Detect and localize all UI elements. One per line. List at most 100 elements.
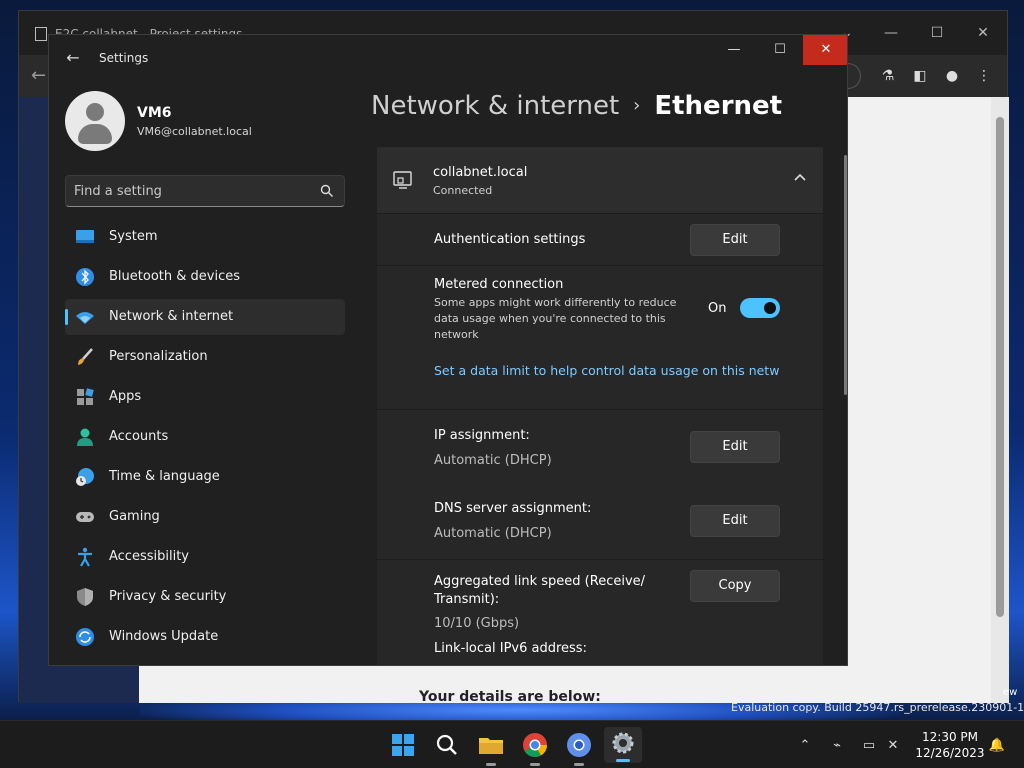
start-button[interactable] [389, 731, 417, 759]
browser-scroll-thumb[interactable] [996, 117, 1004, 617]
update-icon [76, 628, 94, 646]
wifi-icon [76, 312, 94, 324]
browser-maximize-button[interactable]: ☐ [917, 19, 957, 47]
ip-edit-button[interactable]: Edit [690, 431, 780, 463]
copy-button[interactable]: Copy [690, 570, 780, 602]
trash-icon [35, 27, 47, 41]
data-limit-link[interactable]: Set a data limit to help control data us… [434, 363, 780, 378]
back-arrow-icon[interactable]: ← [63, 49, 83, 67]
page-title: Network & internet › Ethernet [371, 91, 782, 121]
metered-toggle[interactable] [740, 298, 780, 318]
chrome-icon [523, 733, 547, 758]
chevron-right-icon: › [633, 95, 641, 116]
clock-date: 12/26/2023 [915, 746, 985, 760]
minimize-button[interactable]: — [711, 35, 757, 65]
sidebar-item-bluetooth[interactable]: Bluetooth & devices [65, 259, 345, 295]
taskbar-chrome-alt[interactable] [565, 731, 593, 766]
auth-label: Authentication settings [434, 232, 586, 247]
sidebar-item-label: Privacy & security [109, 589, 227, 604]
profile-icon[interactable]: ● [943, 67, 961, 85]
gamepad-icon [76, 512, 94, 522]
connection-card[interactable]: collabnet.local Connected [377, 147, 823, 213]
sidebar-item-apps[interactable]: Apps [65, 379, 345, 415]
avatar[interactable] [65, 91, 125, 151]
metered-connection-row: Metered connection Some apps might work … [377, 265, 823, 409]
volume-muted-icon[interactable]: ✕ [884, 737, 902, 755]
side-panel-icon[interactable]: ◧ [911, 67, 929, 85]
user-email: VM6@collabnet.local [137, 125, 252, 138]
auth-edit-button[interactable]: Edit [690, 224, 780, 256]
brush-icon [78, 348, 93, 365]
maximize-button[interactable]: ☐ [757, 35, 803, 65]
settings-gear-icon [612, 732, 634, 754]
sidebar-item-accounts[interactable]: Accounts [65, 419, 345, 455]
ip-label: IP assignment: [434, 428, 530, 443]
sidebar-item-accessibility[interactable]: Accessibility [65, 539, 345, 575]
dns-edit-button[interactable]: Edit [690, 505, 780, 537]
ethernet-monitor-icon [393, 171, 412, 189]
globe-clock-icon [76, 468, 94, 486]
main-scrollbar[interactable] [844, 155, 847, 395]
ip-value: Automatic (DHCP) [434, 453, 552, 468]
browser-back-icon[interactable]: ← [31, 65, 46, 86]
window-title: Settings [99, 51, 149, 65]
accessibility-icon [78, 547, 92, 567]
taskbar: ⌃ ⌁ ▭ ✕ 12:30 PM 12/26/2023 🔔 [0, 720, 1024, 768]
browser-scrollbar[interactable] [991, 97, 1009, 703]
browser-minimize-button[interactable]: — [871, 19, 911, 47]
sidebar-item-privacy[interactable]: Privacy & security [65, 579, 345, 615]
person-icon [77, 428, 93, 446]
taskbar-file-explorer[interactable] [477, 731, 505, 766]
more-menu-icon[interactable]: ⋮ [975, 67, 993, 85]
taskbar-chrome[interactable] [521, 731, 549, 766]
chrome-alt-icon [567, 733, 591, 757]
flask-icon[interactable]: ⚗ [879, 67, 897, 85]
chevron-up-icon[interactable]: ⌃ [796, 737, 814, 755]
network-off-icon[interactable]: ⌁ [828, 737, 846, 755]
sidebar-item-label: Accessibility [109, 549, 189, 564]
running-indicator [530, 763, 540, 766]
close-button[interactable]: ✕ [803, 35, 847, 65]
apps-icon [77, 388, 94, 405]
browser-close-button[interactable]: ✕ [963, 19, 1003, 47]
search-input[interactable] [74, 181, 314, 201]
clock-time: 12:30 PM [922, 730, 978, 744]
sidebar-item-gaming[interactable]: Gaming [65, 499, 345, 535]
selection-indicator [65, 309, 68, 325]
sidebar-item-label: Bluetooth & devices [109, 269, 240, 284]
metered-state-label: On [708, 301, 727, 316]
sidebar-item-label: Gaming [109, 509, 160, 524]
connection-status: Connected [433, 184, 493, 197]
breadcrumb-parent[interactable]: Network & internet [371, 91, 619, 121]
settings-window[interactable]: ← Settings — ☐ ✕ VM6 VM6@collabnet.local… [48, 34, 848, 666]
shield-icon [77, 588, 93, 606]
taskbar-settings[interactable] [604, 727, 642, 763]
taskbar-search-button[interactable] [433, 731, 461, 759]
authentication-row: Authentication settings Edit [377, 213, 823, 265]
taskbar-clock[interactable]: 12:30 PM 12/26/2023 [912, 729, 988, 761]
link-speed-label: Aggregated link speed (Receive/ Transmit… [434, 574, 646, 607]
monitor-icon[interactable]: ▭ [860, 737, 878, 755]
notification-bell-icon[interactable]: 🔔 [988, 737, 1006, 755]
search-icon[interactable] [320, 184, 334, 198]
sidebar-item-windows-update[interactable]: Windows Update [65, 619, 345, 655]
user-name: VM6 [137, 105, 172, 121]
bluetooth-icon [76, 268, 94, 286]
sidebar-item-system[interactable]: System [65, 219, 345, 255]
sidebar-item-time-language[interactable]: Time & language [65, 459, 345, 495]
toggle-knob [764, 302, 776, 314]
file-explorer-icon [479, 738, 503, 754]
settings-title-bar: ← Settings — ☐ ✕ [49, 35, 847, 81]
sidebar-item-personalization[interactable]: Personalization [65, 339, 345, 375]
connection-name: collabnet.local [433, 165, 528, 180]
search-box[interactable] [65, 175, 345, 207]
sidebar-item-label: Accounts [109, 429, 169, 444]
sidebar-nav: System Bluetooth & devices Network & int… [65, 219, 345, 659]
chevron-up-icon[interactable] [793, 171, 807, 185]
dns-value: Automatic (DHCP) [434, 526, 552, 541]
sidebar-item-label: System [109, 229, 158, 244]
dns-assignment-row: DNS server assignment: Automatic (DHCP) … [377, 483, 823, 559]
running-indicator [574, 763, 584, 766]
search-icon [436, 734, 457, 755]
sidebar-item-network[interactable]: Network & internet [65, 299, 345, 335]
